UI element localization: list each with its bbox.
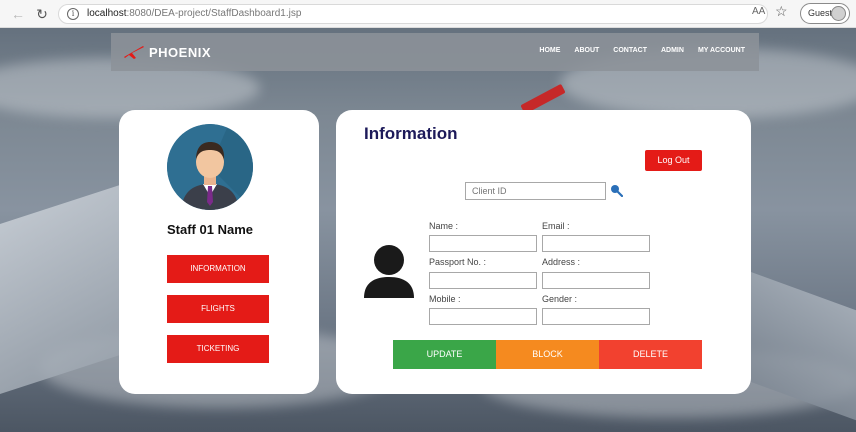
profile-button[interactable]: Guest xyxy=(800,3,850,24)
ticketing-button[interactable]: TICKETING xyxy=(167,335,269,363)
url-text: localhost:8080/DEA-project/StaffDashboar… xyxy=(87,8,301,19)
staff-profile-card: Staff 01 Name INFORMATION FLIGHTS TICKET… xyxy=(119,110,319,394)
url-path: :8080/DEA-project/StaffDashboard1.jsp xyxy=(126,8,302,19)
brand-name: PHOENIX xyxy=(149,44,212,60)
plane-logo-icon xyxy=(123,44,145,60)
passport-label: Passport No. : xyxy=(429,257,487,267)
search-icon[interactable] xyxy=(609,183,623,197)
reload-icon[interactable]: ↻ xyxy=(32,4,52,24)
staff-name: Staff 01 Name xyxy=(167,222,253,237)
logout-button[interactable]: Log Out xyxy=(645,150,702,171)
flights-button[interactable]: FLIGHTS xyxy=(167,295,269,323)
name-label: Name : xyxy=(429,221,459,231)
nav-home[interactable]: HOME xyxy=(539,47,560,54)
address-field[interactable] xyxy=(542,272,650,289)
profile-label: Guest xyxy=(808,8,833,18)
information-button[interactable]: INFORMATION xyxy=(167,255,269,283)
nav-contact[interactable]: CONTACT xyxy=(613,47,647,54)
brand-logo[interactable]: PHOENIX xyxy=(123,44,211,60)
info-icon[interactable]: i xyxy=(67,8,79,20)
page-title: Information xyxy=(364,124,458,143)
information-card: Information Log Out Name : Email : Passp… xyxy=(336,110,751,394)
read-aloud-icon[interactable]: AΑ xyxy=(752,6,765,17)
email-label: Email : xyxy=(542,221,570,231)
browser-toolbar: ← ↻ i localhost:8080/DEA-project/StaffDa… xyxy=(0,0,856,28)
nav-admin[interactable]: ADMIN xyxy=(661,47,684,54)
client-id-input[interactable] xyxy=(465,182,606,200)
nav-about[interactable]: ABOUT xyxy=(574,47,599,54)
site-header: PHOENIX HOME ABOUT CONTACT ADMIN MY ACCO… xyxy=(111,33,759,71)
address-bar[interactable]: i localhost:8080/DEA-project/StaffDashbo… xyxy=(58,4,768,24)
back-icon[interactable]: ← xyxy=(8,4,28,24)
gender-field[interactable] xyxy=(542,308,650,325)
address-label: Address : xyxy=(542,257,581,267)
client-photo-placeholder-icon xyxy=(362,243,415,298)
url-host: localhost xyxy=(87,8,127,19)
profile-avatar-icon xyxy=(831,6,846,21)
mobile-label: Mobile : xyxy=(429,294,461,304)
update-button[interactable]: UPDATE xyxy=(393,340,496,369)
delete-button[interactable]: DELETE xyxy=(599,340,702,369)
favorites-icon[interactable]: ☆ xyxy=(775,3,788,20)
mobile-field[interactable] xyxy=(429,308,537,325)
passport-field[interactable] xyxy=(429,272,537,289)
name-field[interactable] xyxy=(429,235,537,252)
block-button[interactable]: BLOCK xyxy=(496,340,599,369)
gender-label: Gender : xyxy=(542,294,578,304)
email-field[interactable] xyxy=(542,235,650,252)
nav-my-account[interactable]: MY ACCOUNT xyxy=(698,47,745,54)
top-navigation: HOME ABOUT CONTACT ADMIN MY ACCOUNT xyxy=(539,47,745,54)
staff-avatar xyxy=(167,124,253,210)
